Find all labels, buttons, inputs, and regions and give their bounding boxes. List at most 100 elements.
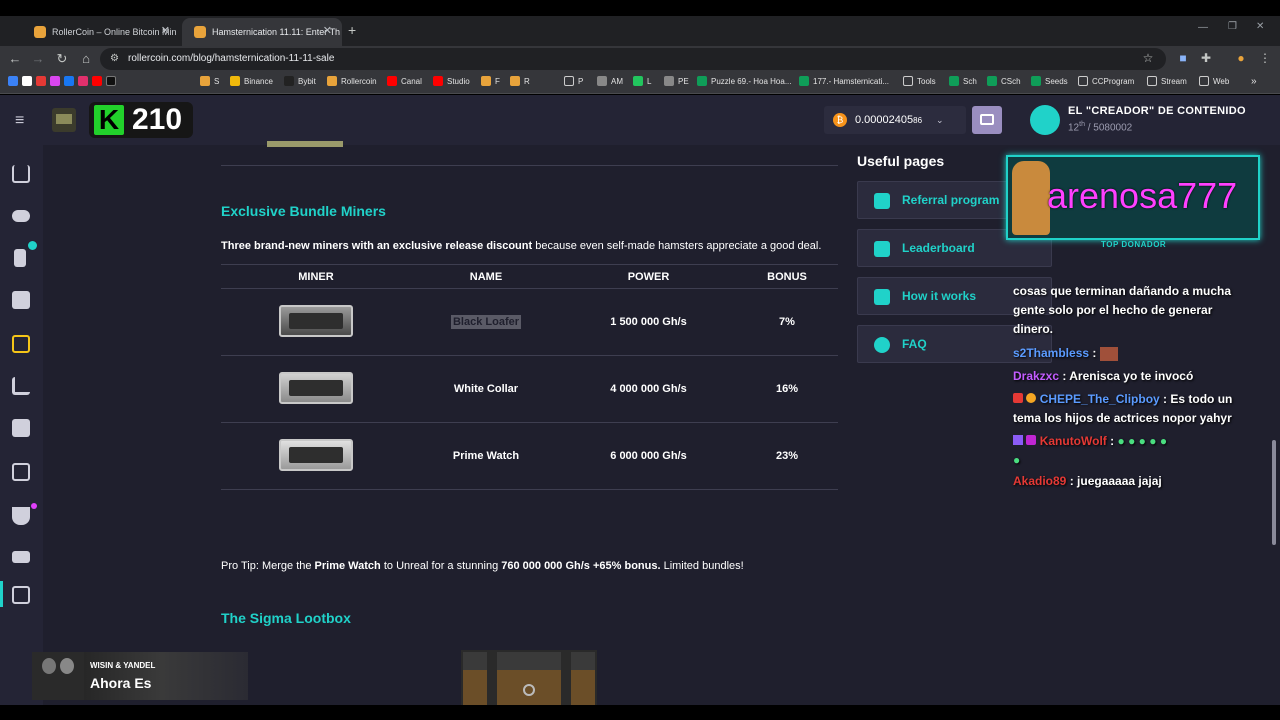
home-icon[interactable]: ⌂ [78, 51, 94, 66]
bookmark-binance[interactable]: Binance [230, 76, 273, 86]
bookmark-puzzle-69[interactable]: Puzzle 69.- Hoa Hoa... [697, 76, 791, 86]
bookmark-f[interactable]: F [481, 76, 500, 86]
minimize-icon[interactable]: — [1198, 22, 1208, 33]
gamepad-icon[interactable] [12, 210, 30, 222]
level-badge: K 210 [89, 102, 193, 138]
wallet-icon [980, 114, 994, 125]
bookmark-l[interactable]: L [633, 76, 651, 86]
chat-message: KanutoWolf : ● ● ● ● ● [1013, 432, 1167, 451]
tab-hamsternication[interactable]: Hamsternication 11.11: Enter Th ✕ [182, 18, 342, 46]
extensions-puzzle-icon[interactable]: ✚ [1199, 51, 1213, 65]
leaderboard-icon[interactable] [12, 551, 30, 563]
close-window-icon[interactable]: ✕ [1256, 21, 1264, 32]
url-text: rollercoin.com/blog/hamsternication-11-1… [128, 53, 335, 64]
emote-icon [1099, 346, 1118, 361]
bookmark-canal[interactable]: Canal [387, 76, 422, 86]
menu-kebab-icon[interactable]: ⋮ [1258, 51, 1272, 65]
menu-toggle-icon[interactable]: ≡ [15, 112, 24, 130]
rewards-icon[interactable] [14, 249, 26, 267]
events-icon[interactable] [12, 291, 30, 309]
badge-icon [1026, 435, 1037, 445]
bookmark-s[interactable]: S [200, 76, 219, 86]
miner-power: 1 500 000 Gh/s [561, 288, 736, 356]
miner-bonus: 23% [736, 422, 838, 490]
bookmark-p[interactable]: P [564, 76, 583, 86]
bookmark-177-hamsternication[interactable]: 177.- Hamsternicati... [799, 76, 889, 86]
marketplace-icon[interactable] [12, 419, 30, 437]
wallet-button[interactable] [972, 106, 1002, 134]
bookmark-studio[interactable]: Studio [433, 76, 470, 86]
sidebar [0, 145, 43, 705]
bookmark-ccprogram[interactable]: CCProgram [1078, 76, 1134, 86]
chat-username: s2Thambless [1013, 346, 1090, 360]
top-donor-label: TOP DONADOR [1101, 240, 1167, 249]
table-row: Black Loafer 1 500 000 Gh/s 7% [221, 288, 838, 356]
user-rank: 12th / 5080002 [1068, 121, 1133, 134]
top-black-strip [0, 0, 1280, 16]
column-header-power: POWER [561, 264, 736, 289]
bookmark-pe[interactable]: PE [664, 76, 689, 86]
home-icon[interactable] [12, 165, 30, 183]
avatar[interactable] [52, 108, 76, 132]
miner-power: 4 000 000 Gh/s [561, 355, 736, 423]
tab-title: Hamsternication 11.11: Enter Th [212, 27, 341, 37]
cart-icon[interactable] [12, 377, 30, 395]
podium-icon [874, 241, 890, 257]
close-tab-icon[interactable]: ✕ [323, 24, 332, 37]
bookmark-star-icon[interactable]: ☆ [1141, 51, 1155, 65]
chat-username: Drakzxc [1013, 369, 1060, 383]
bookmark-am[interactable]: AM [597, 76, 623, 86]
album-art-image [32, 652, 84, 700]
chat-message: s2Thambless : [1013, 344, 1118, 363]
hamster-character-image [1012, 161, 1050, 235]
storage-icon[interactable] [12, 463, 30, 481]
badge-icon [1013, 435, 1023, 445]
username[interactable]: EL "CREADOR" DE CONTENIDO [1068, 105, 1246, 117]
new-tab-button[interactable]: + [348, 22, 356, 38]
black-loafer-miner-image [279, 304, 353, 337]
trophy-icon[interactable] [12, 507, 30, 525]
bookmark-web[interactable]: Web [1199, 76, 1229, 86]
bookmark-rollercoin[interactable]: Rollercoin [327, 76, 377, 86]
bookmark-sch[interactable]: Sch [949, 76, 977, 86]
column-header-bonus: BONUS [736, 264, 838, 289]
table-header-row: MINER NAME POWER BONUS [221, 264, 838, 289]
tab-rollercoin[interactable]: RollerCoin – Online Bitcoin Min ✕ [22, 18, 180, 46]
bookmarks-overflow-icon[interactable]: » [1251, 76, 1257, 87]
bookmark-bybit[interactable]: Bybit [284, 76, 316, 86]
level-number: 210 [132, 103, 183, 136]
reload-icon[interactable]: ↻ [54, 51, 70, 67]
chat-username: KanutoWolf [1039, 434, 1107, 448]
close-tab-icon[interactable]: ✕ [161, 24, 170, 37]
back-icon[interactable]: ← [7, 51, 23, 66]
extension-icon[interactable]: ■ [1176, 51, 1190, 65]
chat-username: Akadio89 [1013, 474, 1067, 488]
profile-icon[interactable]: ● [1234, 51, 1248, 65]
url-bar[interactable]: ⚙ rollercoin.com/blog/hamsternication-11… [100, 48, 1166, 70]
bookmark-stream[interactable]: Stream [1147, 76, 1187, 86]
restore-icon[interactable]: ❐ [1228, 21, 1237, 32]
section-title-bundle-miners: Exclusive Bundle Miners [221, 203, 386, 219]
bookmark-icons-group[interactable] [8, 76, 120, 86]
column-header-miner: MINER [221, 264, 411, 289]
bookmark-seeds[interactable]: Seeds [1031, 76, 1068, 86]
bookmark-r[interactable]: R [510, 76, 530, 86]
now-playing-widget: WISIN & YANDEL Ahora Es [32, 652, 248, 700]
table-row: White Collar 4 000 000 Gh/s 16% [221, 355, 838, 423]
trophy-badge [31, 503, 37, 509]
intro-paragraph: Three brand-new miners with an exclusive… [221, 240, 822, 252]
browser-tab-bar: RollerCoin – Online Bitcoin Min ✕ Hamste… [0, 16, 1280, 46]
site-info-icon[interactable]: ⚙ [110, 48, 119, 70]
blog-icon[interactable] [12, 586, 30, 604]
forward-icon[interactable]: → [30, 51, 46, 66]
k-logo-icon: K [94, 105, 124, 135]
site-header: ≡ K 210 ₿ 0.00002405 86 ⌄ EL "CREADOR" D… [0, 95, 1280, 145]
scrollbar-thumb[interactable] [1272, 440, 1276, 545]
calendar-check-icon[interactable] [12, 335, 30, 353]
user-avatar[interactable] [1030, 105, 1060, 135]
chevron-down-icon: ⌄ [936, 114, 944, 125]
song-title: Ahora Es [90, 675, 152, 691]
bookmark-csch[interactable]: CSch [987, 76, 1021, 86]
bookmark-tools[interactable]: Tools [903, 76, 936, 86]
balance-selector[interactable]: ₿ 0.00002405 86 ⌄ [824, 106, 966, 134]
